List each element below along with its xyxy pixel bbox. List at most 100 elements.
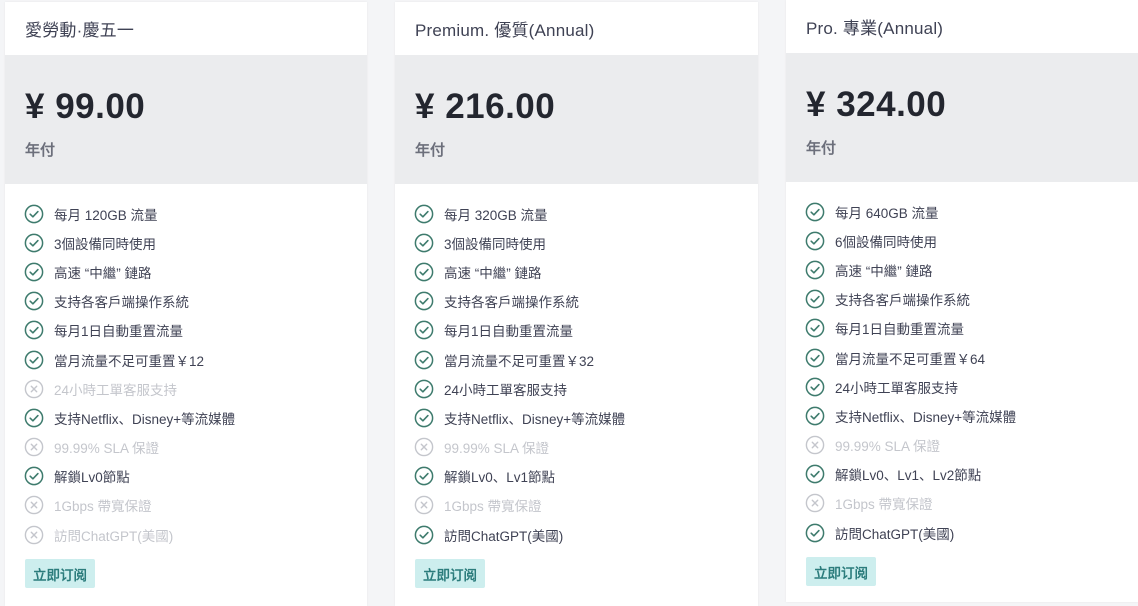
feature-item: 高速 “中繼” 鏈路 xyxy=(805,255,1138,284)
x-circle-icon xyxy=(24,379,44,399)
x-circle-icon xyxy=(805,493,825,513)
feature-label: 解鎖Lv0、Lv1、Lv2節點 xyxy=(835,468,982,484)
x-circle-icon xyxy=(805,435,825,455)
plan-title: 愛勞動·慶五一 xyxy=(25,21,135,40)
feature-label: 每月 120GB 流量 xyxy=(54,207,158,223)
feature-label: 3個設備同時使用 xyxy=(444,236,547,252)
check-circle-icon xyxy=(805,202,825,222)
feature-list: 每月 320GB 流量 3個設備同時使用 高速 “中繼” 鏈路支持各客戶端操作系統每… xyxy=(395,184,758,549)
feature-item: 99.99% SLA 保證 xyxy=(805,431,1138,460)
feature-item: 支持Netflix、Disney+等流媒體 xyxy=(414,403,758,432)
feature-item: 24小時工單客服支持 xyxy=(414,374,758,403)
feature-label: 1Gbps 帶寬保證 xyxy=(54,499,152,515)
price-section: ¥ 324.00 年付 xyxy=(786,53,1138,182)
check-circle-icon xyxy=(24,320,44,340)
subscribe-button[interactable]: 立即订阅 xyxy=(25,559,95,588)
feature-label: 99.99% SLA 保證 xyxy=(54,441,160,457)
x-circle-icon xyxy=(24,437,44,457)
feature-label: 1Gbps 帶寬保證 xyxy=(444,499,542,515)
check-circle-icon xyxy=(805,464,825,484)
feature-label: 當月流量不足可重置￥32 xyxy=(444,353,595,369)
feature-label: 24小時工單客服支持 xyxy=(835,380,959,396)
price-section: ¥ 99.00 年付 xyxy=(5,55,367,184)
feature-item: 訪問ChatGPT(美國) xyxy=(805,518,1138,547)
plan-price: ¥ 99.00 xyxy=(25,87,146,126)
feature-label: 99.99% SLA 保證 xyxy=(835,439,941,455)
feature-label: 每月1日自動重置流量 xyxy=(444,324,574,340)
feature-label: 高速 “中繼” 鏈路 xyxy=(444,265,542,281)
feature-label: 支持Netflix、Disney+等流媒體 xyxy=(835,409,1017,425)
feature-label: 支持Netflix、Disney+等流媒體 xyxy=(444,411,626,427)
check-circle-icon xyxy=(805,231,825,251)
feature-item: 當月流量不足可重置￥32 xyxy=(414,345,758,374)
x-circle-icon xyxy=(24,525,44,545)
feature-item: 99.99% SLA 保證 xyxy=(414,433,758,462)
check-circle-icon xyxy=(414,525,434,545)
check-circle-icon xyxy=(805,523,825,543)
feature-item: 訪問ChatGPT(美國) xyxy=(24,520,367,549)
feature-item: 每月1日自動重置流量 xyxy=(805,314,1138,343)
feature-list: 每月 640GB 流量 6個設備同時使用高速 “中繼” 鏈路支持各客戶端操作系統每… xyxy=(786,182,1138,547)
billing-period: 年付 xyxy=(415,142,446,159)
check-circle-icon xyxy=(24,291,44,311)
feature-item: 1Gbps 帶寬保證 xyxy=(414,491,758,520)
feature-item: 每月 320GB 流量 xyxy=(414,199,758,228)
feature-item: 支持Netflix、Disney+等流媒體 xyxy=(24,403,367,432)
check-circle-icon xyxy=(805,348,825,368)
check-circle-icon xyxy=(805,289,825,309)
check-circle-icon xyxy=(414,204,434,224)
feature-item: 1Gbps 帶寬保證 xyxy=(805,489,1138,518)
feature-item: 訪問ChatGPT(美國) xyxy=(414,520,758,549)
feature-label: 支持各客戶端操作系統 xyxy=(835,293,970,309)
check-circle-icon xyxy=(805,406,825,426)
feature-label: 高速 “中繼” 鏈路 xyxy=(835,263,933,279)
feature-item: 每月 640GB 流量 xyxy=(805,197,1138,226)
feature-item: 6個設備同時使用 xyxy=(805,226,1138,255)
check-circle-icon xyxy=(805,260,825,280)
feature-label: 3個設備同時使用 xyxy=(54,236,157,252)
feature-item: 每月1日自動重置流量 xyxy=(414,316,758,345)
subscribe-button[interactable]: 立即订阅 xyxy=(415,559,485,588)
check-circle-icon xyxy=(414,379,434,399)
feature-list: 每月 120GB 流量 3個設備同時使用 高速 “中繼” 鏈路 支持各客戶端操作系統每… xyxy=(5,184,367,549)
feature-label: 24小時工單客服支持 xyxy=(54,382,178,398)
feature-label: 支持各客戶端操作系統 xyxy=(54,295,189,311)
subscribe-button[interactable]: 立即订阅 xyxy=(806,557,876,586)
feature-item: 解鎖Lv0、Lv1節點 xyxy=(414,462,758,491)
feature-item: 1Gbps 帶寬保證 xyxy=(24,491,367,520)
check-circle-icon xyxy=(24,233,44,253)
feature-label: 訪問ChatGPT(美國) xyxy=(54,528,174,544)
plan-card-premium: Premium. 優質(Annual) ¥ 216.00 年付 每月 320GB… xyxy=(395,2,758,606)
feature-item: 3個設備同時使用 xyxy=(414,228,758,257)
feature-label: 支持各客戶端操作系統 xyxy=(444,295,579,311)
feature-label: 每月 640GB 流量 xyxy=(835,205,939,221)
check-circle-icon xyxy=(24,204,44,224)
feature-label: 支持Netflix、Disney+等流媒體 xyxy=(54,411,236,427)
price-section: ¥ 216.00 年付 xyxy=(395,55,758,184)
feature-label: 當月流量不足可重置￥64 xyxy=(835,351,986,367)
feature-item: 每月1日自動重置流量 xyxy=(24,316,367,345)
feature-label: 訪問ChatGPT(美國) xyxy=(835,526,955,542)
feature-item: 每月 120GB 流量 xyxy=(24,199,367,228)
x-circle-icon xyxy=(414,495,434,515)
feature-item: 支持各客戶端操作系統 xyxy=(414,287,758,316)
feature-item: 解鎖Lv0節點 xyxy=(24,462,367,491)
feature-item: 當月流量不足可重置￥64 xyxy=(805,343,1138,372)
x-circle-icon xyxy=(414,437,434,457)
plan-card-labor-day: 愛勞動·慶五一 ¥ 99.00 年付 每月 120GB 流量 3個設備同時使用 高速… xyxy=(5,2,367,606)
plan-card-pro: Pro. 專業(Annual) ¥ 324.00 年付 每月 640GB 流量 6… xyxy=(786,0,1138,602)
billing-period: 年付 xyxy=(806,140,837,157)
check-circle-icon xyxy=(414,320,434,340)
billing-period: 年付 xyxy=(25,142,56,159)
feature-label: 解鎖Lv0、Lv1節點 xyxy=(444,470,556,486)
check-circle-icon xyxy=(24,350,44,370)
check-circle-icon xyxy=(24,466,44,486)
plan-price: ¥ 324.00 xyxy=(806,85,947,124)
feature-item: 支持各客戶端操作系統 xyxy=(805,285,1138,314)
feature-item: 支持各客戶端操作系統 xyxy=(24,287,367,316)
plan-header: Pro. 專業(Annual) xyxy=(786,0,1138,53)
x-circle-icon xyxy=(24,495,44,515)
check-circle-icon xyxy=(414,262,434,282)
feature-label: 1Gbps 帶寬保證 xyxy=(835,497,933,513)
feature-item: 解鎖Lv0、Lv1、Lv2節點 xyxy=(805,460,1138,489)
